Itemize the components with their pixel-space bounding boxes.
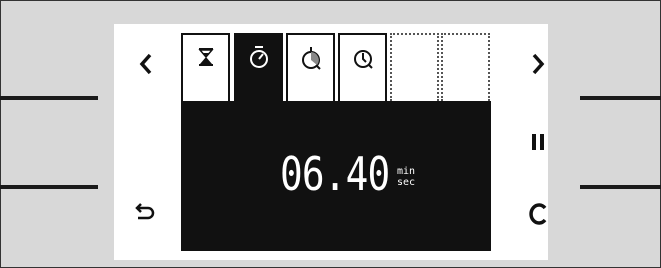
return-button[interactable]: [126, 192, 166, 232]
back-chevron-button[interactable]: [126, 44, 166, 84]
forward-chevron-icon: [532, 53, 545, 75]
tab-duration[interactable]: [286, 33, 335, 101]
timer-icon: [249, 46, 268, 68]
tab-empty-1: [390, 33, 439, 101]
time-readout: 06.40: [280, 147, 390, 201]
clear-button[interactable]: [518, 194, 558, 234]
tab-empty-2: [441, 33, 490, 101]
tab-hourglass[interactable]: [181, 33, 230, 101]
duration-pie-icon: [301, 47, 321, 70]
clock-icon: [353, 50, 373, 69]
panel-divider-right-top: [580, 96, 661, 100]
back-chevron-icon: [139, 53, 152, 75]
panel-divider-left-top: [0, 96, 98, 100]
pause-icon: [532, 134, 544, 150]
hourglass-icon: [197, 48, 214, 66]
panel-divider-right-bottom: [580, 185, 661, 189]
forward-chevron-button[interactable]: [518, 44, 558, 84]
clear-icon: [529, 203, 547, 225]
unit-minutes: min: [397, 166, 416, 177]
return-icon: [135, 203, 155, 220]
panel-divider-left-bottom: [0, 185, 98, 189]
pause-button[interactable]: [518, 122, 558, 162]
tab-timer[interactable]: [234, 33, 283, 101]
unit-seconds: sec: [397, 177, 416, 188]
tab-clock[interactable]: [338, 33, 387, 101]
